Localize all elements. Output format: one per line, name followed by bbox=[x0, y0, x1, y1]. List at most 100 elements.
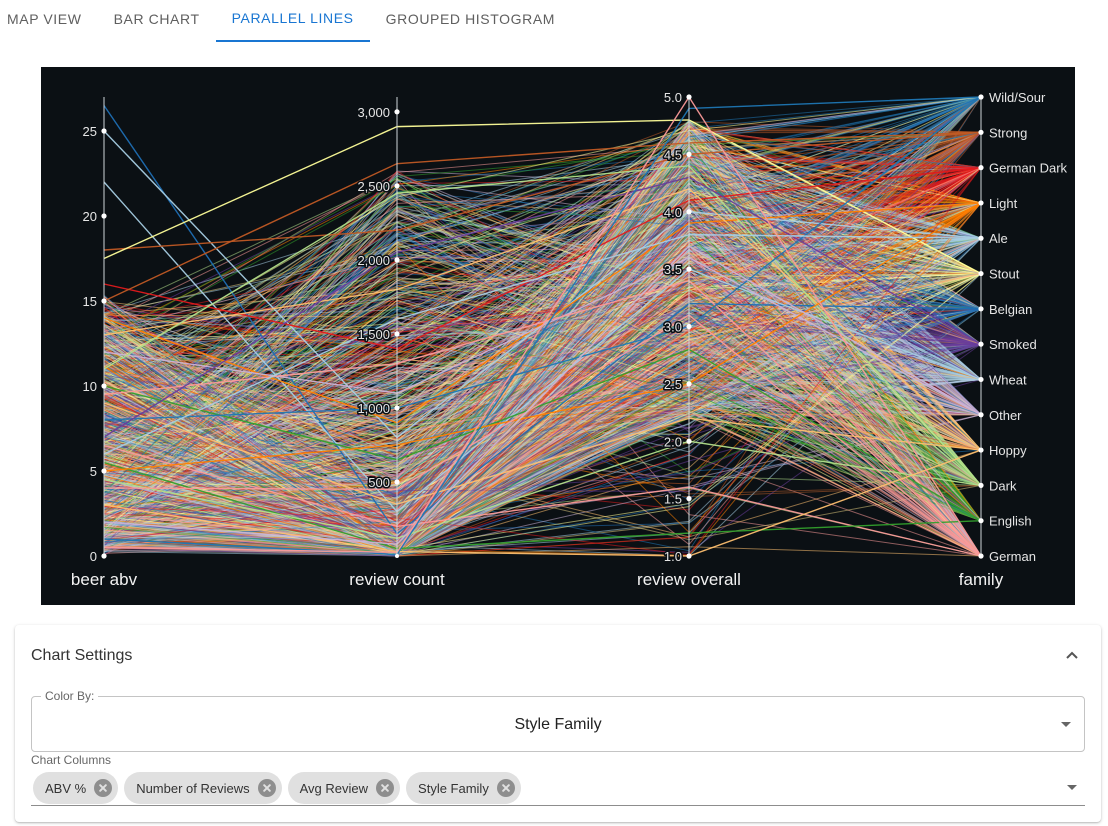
tick-dot bbox=[101, 128, 107, 134]
axis-tick-label: 5.0 bbox=[664, 90, 682, 105]
data-lines-layer bbox=[103, 95, 982, 557]
tick-dot bbox=[394, 479, 400, 485]
axis-title[interactable]: review count bbox=[348, 569, 447, 591]
axis-title[interactable]: family bbox=[957, 569, 1005, 591]
axis-tick-label: 1,000 bbox=[357, 401, 390, 416]
chip-label: ABV % bbox=[45, 780, 87, 796]
axis-title[interactable]: review overall bbox=[636, 569, 743, 591]
tick-dot bbox=[978, 518, 984, 524]
tick-dot bbox=[686, 323, 692, 330]
chip-label: Number of Reviews bbox=[136, 780, 250, 796]
tick-dot bbox=[101, 553, 107, 559]
axis-tick-label: 3,000 bbox=[357, 105, 390, 120]
tick-dot bbox=[978, 94, 984, 100]
column-chip-avg-review[interactable]: Avg Review bbox=[287, 772, 401, 804]
axis-tick-label: 2.5 bbox=[664, 377, 682, 392]
tick-dot bbox=[978, 129, 984, 135]
axis-tick-label: 3.5 bbox=[664, 262, 682, 277]
tick-dot bbox=[395, 554, 399, 558]
tick-dot bbox=[101, 468, 107, 474]
tick-dot bbox=[394, 257, 400, 263]
axis-tick-label: 3.0 bbox=[664, 320, 682, 335]
chart-settings-panel: Chart Settings Color By: Style Family Ch… bbox=[15, 625, 1101, 822]
category-tick-label: Wild/Sour bbox=[989, 90, 1046, 105]
axis-tick-label: 25 bbox=[83, 124, 97, 139]
category-tick-label: German bbox=[989, 549, 1036, 564]
tick-dot bbox=[978, 341, 984, 347]
axis-tick-label: 4.5 bbox=[664, 147, 682, 162]
column-chip-abv[interactable]: ABV % bbox=[33, 772, 119, 804]
axis-tick-label: 5 bbox=[90, 464, 97, 479]
axis-tick-label: 1.5 bbox=[664, 492, 682, 507]
tick-dot bbox=[978, 482, 984, 488]
axis-tick-label: 10 bbox=[83, 379, 97, 394]
category-tick-label: Dark bbox=[989, 478, 1017, 493]
remove-chip-icon[interactable] bbox=[376, 779, 395, 797]
axis-tick-label: 500 bbox=[368, 475, 390, 490]
tab-grouped-histogram[interactable]: GROUPED HISTOGRAM bbox=[370, 0, 571, 38]
tick-dot bbox=[686, 381, 692, 387]
settings-title: Chart Settings bbox=[31, 647, 133, 664]
axis-tick-label: 1.0 bbox=[664, 549, 682, 564]
color-by-value: Style Family bbox=[514, 716, 602, 733]
tick-dot bbox=[686, 496, 692, 502]
tick-dot bbox=[978, 165, 984, 171]
tick-dot bbox=[686, 553, 692, 559]
tick-dot bbox=[978, 235, 984, 241]
category-tick-label: Strong bbox=[989, 125, 1027, 140]
axis-tick-label: 1,500 bbox=[357, 327, 390, 342]
category-tick-label: Belgian bbox=[989, 302, 1032, 317]
tick-dot bbox=[394, 183, 400, 189]
axis-tick-label: 4.0 bbox=[664, 205, 682, 220]
remove-chip-icon[interactable] bbox=[257, 779, 276, 797]
tick-dot bbox=[686, 94, 692, 100]
category-tick-label: Hoppy bbox=[989, 443, 1027, 458]
category-tick-label: Stout bbox=[989, 267, 1020, 282]
category-tick-label: German Dark bbox=[989, 161, 1068, 176]
category-tick-label: Other bbox=[989, 408, 1022, 423]
tick-dot bbox=[686, 266, 692, 272]
column-chip-style-family[interactable]: Style Family bbox=[406, 772, 521, 804]
axis-tick-label: 2.0 bbox=[664, 434, 682, 449]
axis-tick-label: 2,000 bbox=[357, 253, 390, 268]
tick-dot bbox=[978, 200, 984, 206]
tab-parallel-lines[interactable]: PARALLEL LINES bbox=[215, 0, 370, 42]
axis-tick-label: 0 bbox=[90, 549, 97, 564]
tick-dot bbox=[101, 213, 107, 219]
tab-map-view[interactable]: MAP VIEW bbox=[0, 0, 98, 38]
category-tick-label: Light bbox=[989, 196, 1018, 211]
axis-title[interactable]: beer abv bbox=[69, 569, 139, 591]
column-chip-number-of-reviews[interactable]: Number of Reviews bbox=[124, 772, 282, 804]
remove-chip-icon[interactable] bbox=[496, 779, 515, 797]
color-by-select[interactable]: Color By: Style Family bbox=[31, 689, 1085, 752]
dropdown-arrow-icon[interactable] bbox=[1067, 785, 1077, 790]
remove-chip-icon[interactable] bbox=[94, 779, 113, 797]
tab-bar-chart[interactable]: BAR CHART bbox=[98, 0, 216, 38]
category-tick-label: English bbox=[989, 514, 1032, 529]
chip-label: Avg Review bbox=[299, 780, 369, 796]
axis-tick-label: 15 bbox=[83, 294, 97, 309]
tick-dot bbox=[978, 412, 984, 418]
category-tick-label: Smoked bbox=[989, 337, 1037, 352]
parallel-coordinates-chart[interactable]: beer abv 0 5 10 15 20 25 review count 500 1,000 1,… bbox=[41, 67, 1075, 605]
tick-dot bbox=[394, 109, 400, 115]
tick-dot bbox=[978, 553, 984, 559]
tick-dot bbox=[686, 151, 692, 157]
axis-tick-label: 20 bbox=[83, 209, 97, 224]
color-by-label: Color By: bbox=[41, 689, 99, 703]
tick-dot bbox=[101, 383, 107, 389]
category-tick-label: Ale bbox=[989, 231, 1008, 246]
chart-columns-label: Chart Columns bbox=[31, 753, 112, 767]
tick-dot bbox=[978, 376, 984, 383]
chart-columns-select[interactable]: ABV % Number of Reviews Avg Review Style… bbox=[31, 770, 1085, 806]
axis-tick-label: 2,500 bbox=[357, 179, 390, 194]
tick-dot bbox=[394, 405, 400, 411]
tick-dot bbox=[978, 447, 984, 453]
chevron-up-icon[interactable] bbox=[1065, 648, 1079, 662]
dropdown-arrow-icon[interactable] bbox=[1061, 722, 1071, 727]
tick-dot bbox=[101, 298, 107, 304]
tick-dot bbox=[978, 306, 984, 312]
chip-label: Style Family bbox=[418, 780, 489, 796]
category-tick-label: Wheat bbox=[989, 372, 1027, 387]
chart-svg[interactable]: beer abv 0 5 10 15 20 25 review count 500 1,000 1,… bbox=[41, 67, 1075, 605]
